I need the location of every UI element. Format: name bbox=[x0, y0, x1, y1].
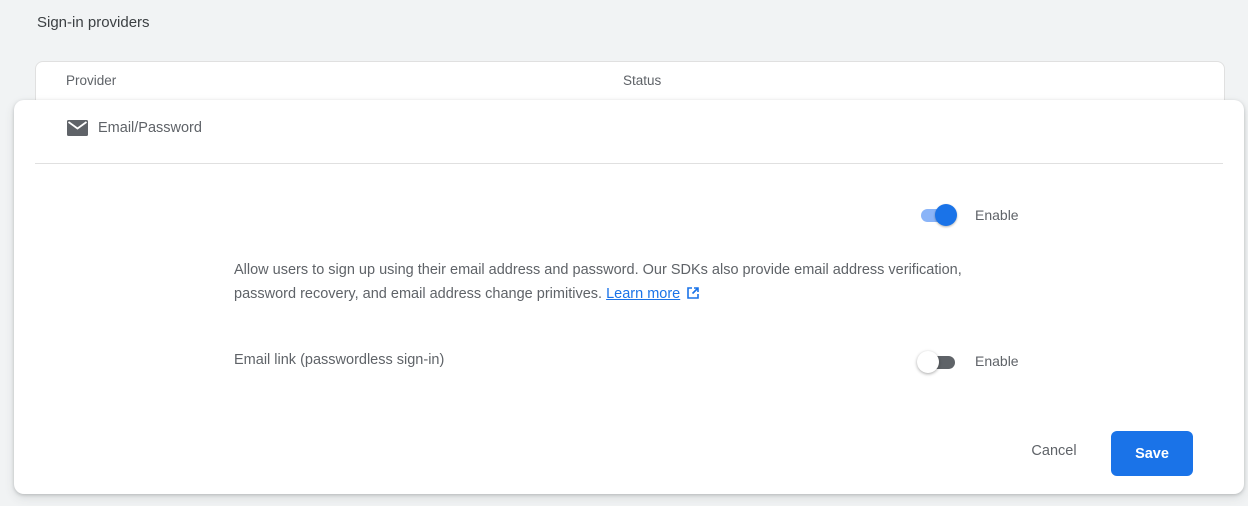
column-header-provider: Provider bbox=[66, 73, 117, 88]
email-password-enable-toggle[interactable] bbox=[917, 203, 957, 227]
provider-description: Allow users to sign up using their email… bbox=[234, 258, 994, 306]
enable-label: Enable bbox=[975, 207, 1019, 223]
section-title: Sign-in providers bbox=[37, 14, 150, 31]
learn-more-link[interactable]: Learn more bbox=[606, 286, 700, 302]
email-link-enable-toggle[interactable] bbox=[917, 350, 957, 374]
email-link-label: Email link (passwordless sign-in) bbox=[234, 352, 445, 368]
toggle-knob bbox=[935, 204, 957, 226]
save-button[interactable]: Save bbox=[1111, 431, 1193, 476]
enable-label: Enable bbox=[975, 353, 1019, 369]
cancel-button[interactable]: Cancel bbox=[1014, 431, 1094, 471]
provider-edit-panel: Email/Password Enable Allow users to sig… bbox=[14, 100, 1244, 494]
mail-icon bbox=[67, 120, 88, 136]
toggle-knob bbox=[917, 351, 939, 373]
divider bbox=[35, 163, 1223, 164]
column-header-status: Status bbox=[623, 73, 662, 88]
external-link-icon bbox=[687, 287, 700, 299]
provider-name: Email/Password bbox=[98, 120, 202, 136]
learn-more-label: Learn more bbox=[606, 286, 681, 302]
provider-row: Email/Password bbox=[67, 120, 202, 136]
description-text: Allow users to sign up using their email… bbox=[234, 262, 962, 302]
